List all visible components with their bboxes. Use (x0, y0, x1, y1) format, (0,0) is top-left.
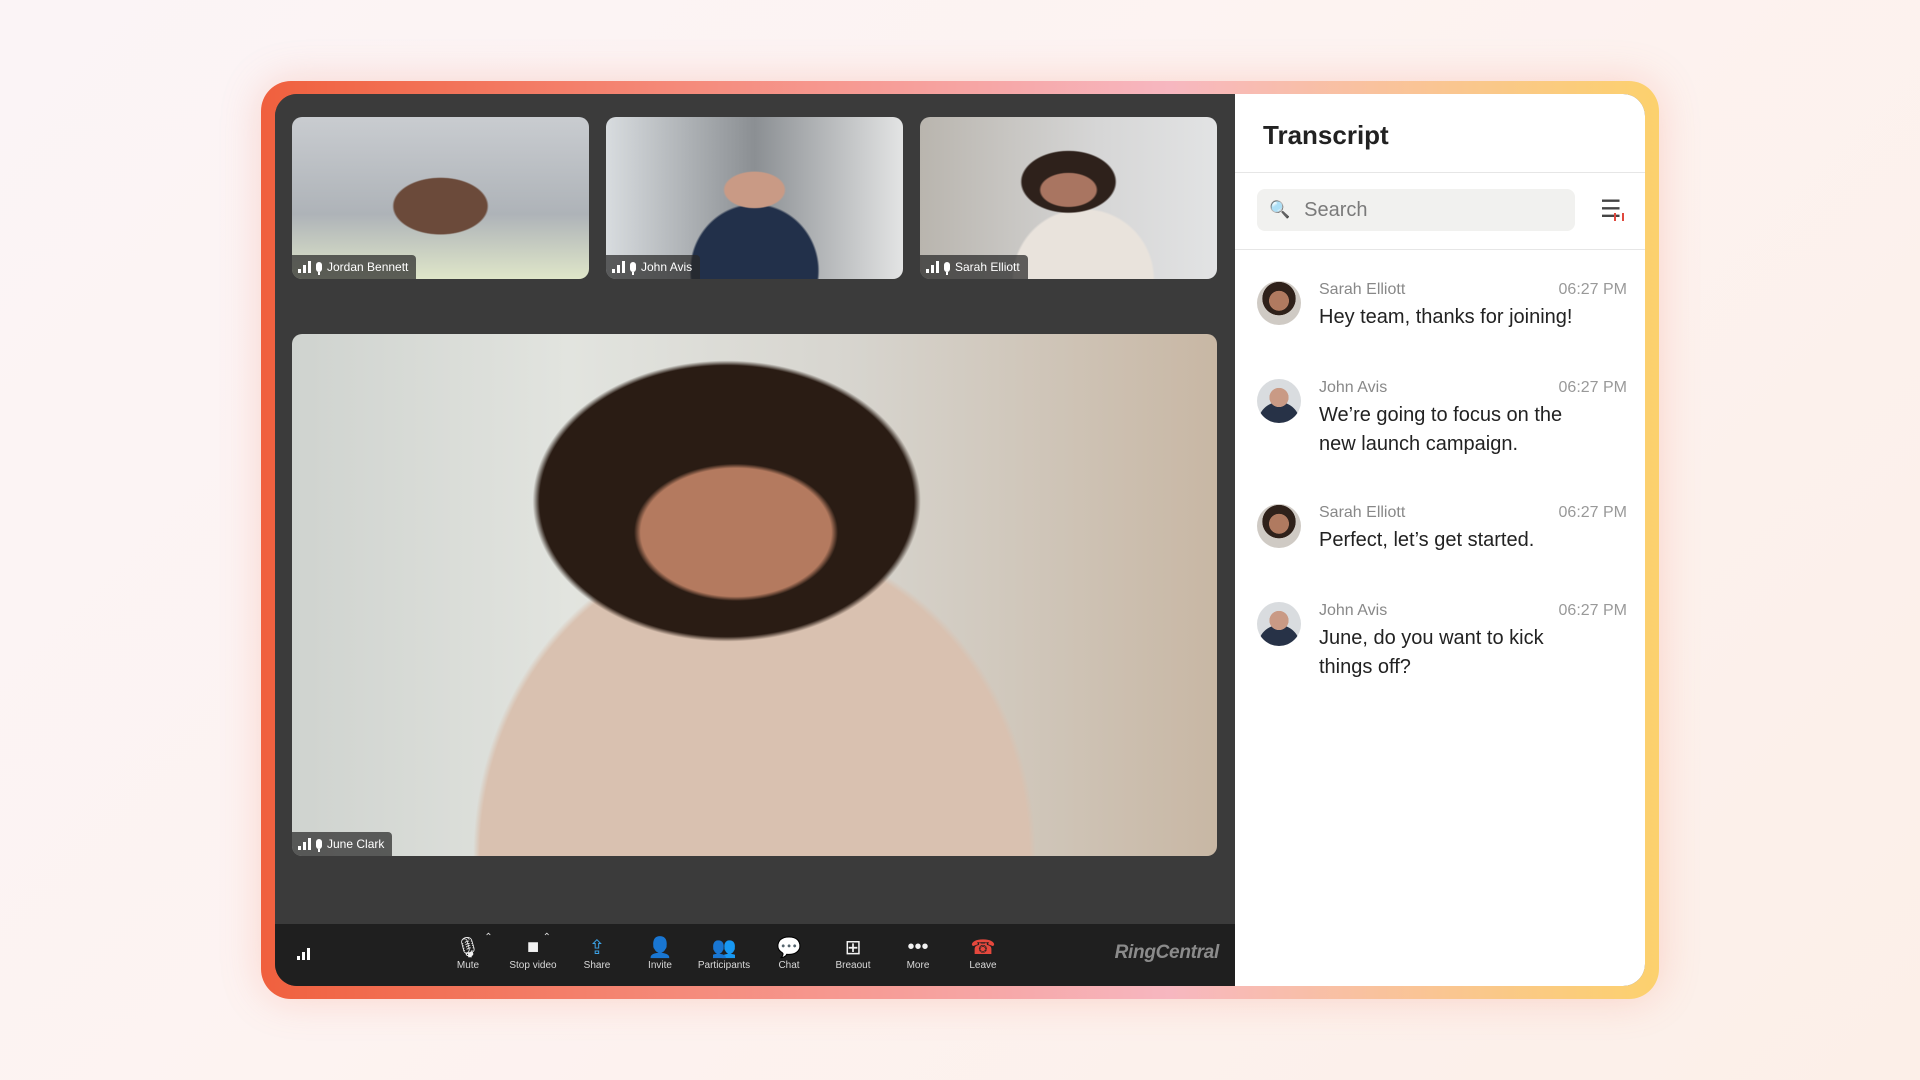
leave-button[interactable]: ☎ Leave (951, 934, 1015, 982)
share-screen-icon: ⇪ (588, 936, 606, 959)
message-author: Sarah Elliott (1319, 504, 1406, 521)
signal-strength-icon (298, 261, 311, 273)
microphone-icon (316, 262, 322, 275)
video-camera-icon: ■ ⌃ (526, 932, 552, 958)
more-dots-icon: ••• (907, 935, 929, 958)
more-button[interactable]: ••• More (886, 934, 950, 982)
export-transcript-icon[interactable]: ☰ (1600, 195, 1623, 224)
participant-nametag: Sarah Elliott (920, 255, 1028, 279)
speaker-nametag: June Clark (292, 832, 393, 856)
message-text: June, do you want to kick things off? (1319, 627, 1544, 678)
caret-up-icon[interactable]: ⌃ (484, 932, 492, 943)
message-text: Perfect, let’s get started. (1319, 529, 1535, 551)
breakout-label: Breaout (835, 960, 871, 971)
brand-logo: RingCentral (1114, 942, 1220, 963)
breakout-button[interactable]: ⊞ Breaout (821, 934, 885, 982)
message-time: 06:27 PM (1558, 504, 1627, 521)
participant-name: Jordan Bennett (327, 260, 409, 274)
transcript-message: John Avis 06:27 PM June, do you want to … (1257, 602, 1627, 698)
transcript-message: Sarah Elliott 06:27 PM Perfect, let’s ge… (1257, 504, 1627, 574)
caret-up-icon[interactable]: ⌃ (543, 932, 551, 943)
transcript-panel: Transcript 🔍 Search ☰ Sarah Elliott 06:2… (1235, 94, 1645, 986)
participants-icon: 👥 (711, 936, 737, 959)
meeting-toolbar: 🎙 ⌃ Mute ■ ⌃ Stop video ⇪ Share 👤 Invite 👥… (275, 924, 1235, 986)
avatar (1257, 602, 1301, 646)
signal-strength-icon (926, 261, 939, 273)
participant-tile-john-avis[interactable]: John Avis (606, 117, 903, 279)
microphone-icon (630, 262, 636, 275)
message-time: 06:27 PM (1558, 602, 1627, 619)
microphone-icon (316, 839, 322, 852)
search-icon: 🔍 (1269, 200, 1291, 219)
grid-icon: ⊞ (844, 936, 862, 959)
search-divider (1235, 249, 1645, 250)
chat-button[interactable]: 💬 Chat (757, 934, 821, 982)
connection-signal-icon[interactable] (297, 948, 310, 960)
active-speaker-tile[interactable]: June Clark (292, 334, 1217, 856)
message-author: John Avis (1319, 602, 1388, 619)
more-label: More (906, 960, 930, 971)
speaker-video (292, 334, 1217, 856)
share-label: Share (583, 960, 611, 971)
participants-button[interactable]: 👥 Participants (692, 934, 756, 982)
participants-label: Participants (697, 960, 751, 971)
microphone-icon: 🎙 ⌃ (455, 932, 493, 959)
stop-video-button[interactable]: ■ ⌃ Stop video (501, 932, 565, 982)
speaker-name: June Clark (327, 837, 385, 851)
search-placeholder: Search (1304, 198, 1368, 221)
meeting-stage: Jordan Bennett John Avis Sarah Elliott J… (275, 94, 1235, 986)
transcript-message: John Avis 06:27 PM We’re going to focus … (1257, 379, 1627, 475)
avatar (1257, 379, 1301, 423)
meeting-window: Jordan Bennett John Avis Sarah Elliott J… (275, 94, 1645, 986)
microphone-icon (944, 262, 950, 275)
participant-nametag: Jordan Bennett (292, 255, 417, 279)
signal-strength-icon (612, 261, 625, 273)
chat-bubble-icon: 💬 (776, 936, 802, 959)
participant-name: Sarah Elliott (955, 260, 1020, 274)
leave-label: Leave (969, 960, 997, 971)
invite-button[interactable]: 👤 Invite (628, 934, 692, 982)
message-text: We’re going to focus on the new launch c… (1319, 404, 1563, 455)
avatar (1257, 281, 1301, 325)
invite-label: Invite (648, 960, 672, 971)
chat-label: Chat (778, 960, 800, 971)
mute-label: Mute (456, 960, 480, 971)
transcript-message: Sarah Elliott 06:27 PM Hey team, thanks … (1257, 281, 1627, 351)
add-person-icon: 👤 (647, 936, 673, 959)
message-author: John Avis (1319, 379, 1388, 396)
message-author: Sarah Elliott (1319, 281, 1406, 298)
participant-nametag: John Avis (606, 255, 701, 279)
transcript-search-input[interactable]: 🔍 Search (1257, 189, 1575, 231)
participant-name: John Avis (641, 260, 693, 274)
hang-up-icon: ☎ (970, 936, 996, 959)
mute-button[interactable]: 🎙 ⌃ Mute (436, 932, 500, 982)
transcript-title: Transcript (1263, 120, 1389, 150)
participant-tile-sarah-elliott[interactable]: Sarah Elliott (920, 117, 1217, 279)
stop-video-label: Stop video (509, 960, 557, 971)
avatar (1257, 504, 1301, 548)
message-time: 06:27 PM (1558, 281, 1627, 298)
message-text: Hey team, thanks for joining! (1319, 306, 1573, 328)
message-time: 06:27 PM (1558, 379, 1627, 396)
share-button[interactable]: ⇪ Share (565, 934, 629, 982)
participant-tile-jordan-bennett[interactable]: Jordan Bennett (292, 117, 589, 279)
header-divider (1235, 172, 1645, 173)
signal-strength-icon (298, 838, 311, 850)
